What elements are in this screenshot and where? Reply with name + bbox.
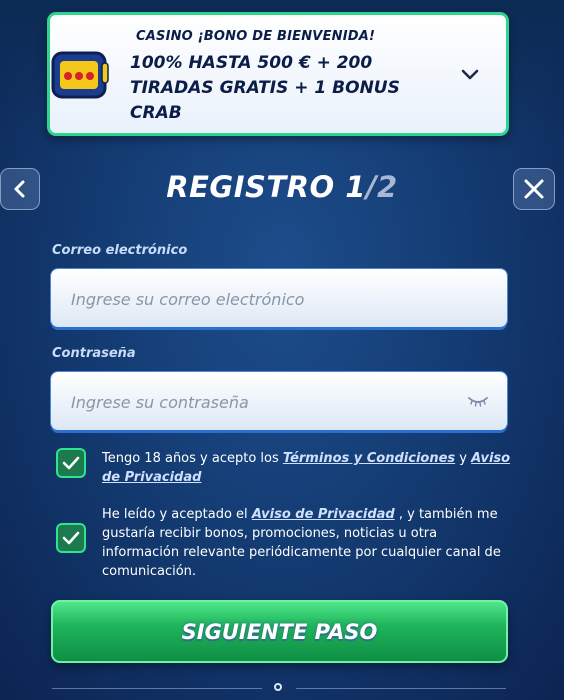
password-label: Contraseña	[52, 346, 136, 361]
bonus-title: 100% HASTA 500 € + 200 TIRADAS GRATIS + …	[130, 53, 400, 123]
password-field-wrapper	[51, 372, 507, 432]
eye-closed-icon[interactable]	[467, 394, 489, 408]
password-field[interactable]	[69, 372, 453, 432]
check-icon	[62, 456, 80, 470]
marketing-checkbox[interactable]	[56, 523, 86, 553]
page-title: REGISTRO 1/2	[0, 170, 564, 204]
email-field-wrapper	[51, 269, 507, 329]
marketing-text: He leído y aceptado el Aviso de Privacid…	[102, 505, 512, 581]
close-button[interactable]	[513, 168, 555, 210]
age-terms-checkbox[interactable]	[56, 448, 86, 478]
marketing-pre: He leído y aceptado el	[102, 507, 252, 522]
close-icon	[524, 179, 544, 199]
divider-right	[296, 688, 506, 689]
privacy-link-2[interactable]: Aviso de Privacidad	[252, 507, 395, 522]
page-title-text: REGISTRO 1	[166, 170, 366, 204]
next-step-button[interactable]: SIGUIENTE PASO	[51, 600, 508, 663]
welcome-bonus-banner[interactable]: CASINO ¡BONO DE BIENVENIDA! 100% HASTA 5…	[47, 12, 509, 136]
email-field[interactable]	[69, 269, 453, 329]
terms-link[interactable]: Términos y Condiciones	[283, 451, 455, 466]
divider-left	[52, 688, 262, 689]
check-icon	[62, 531, 80, 545]
page-indicator-dot	[274, 683, 282, 691]
email-label: Correo electrónico	[52, 243, 188, 258]
chevron-down-icon[interactable]	[460, 65, 480, 85]
age-terms-text: Tengo 18 años y acepto los Términos y Co…	[102, 449, 512, 487]
bonus-kicker: CASINO ¡BONO DE BIENVENIDA!	[136, 29, 376, 44]
slot-machine-icon	[51, 51, 109, 99]
age-terms-mid: y	[455, 451, 472, 466]
step-indicator: /2	[365, 170, 398, 204]
age-terms-pre: Tengo 18 años y acepto los	[102, 451, 283, 466]
